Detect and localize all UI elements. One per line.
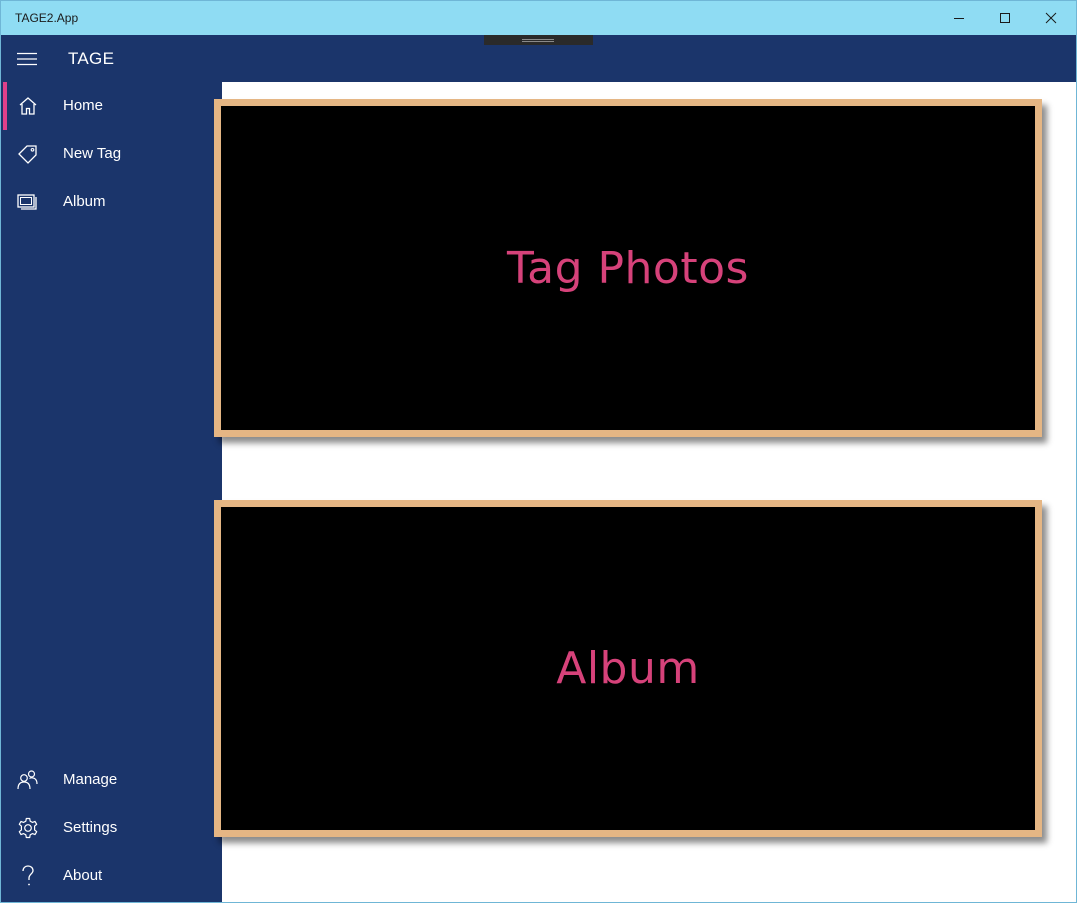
- nav-item-label: Settings: [63, 819, 118, 836]
- nav-item-manage[interactable]: Manage: [1, 756, 222, 804]
- minimize-button[interactable]: [936, 1, 982, 35]
- app-title: TAGE: [68, 49, 115, 68]
- maximize-button[interactable]: [982, 1, 1028, 35]
- selection-indicator: [3, 82, 7, 130]
- close-button[interactable]: [1028, 1, 1074, 35]
- nav-item-about[interactable]: About: [1, 852, 222, 900]
- nav-item-label: New Tag: [63, 145, 122, 162]
- nav-item-label: Album: [63, 193, 106, 210]
- tile-label: Tag Photos: [507, 242, 749, 294]
- album-icon: [15, 190, 41, 214]
- gear-icon: [15, 816, 41, 840]
- navigation-pane: TAGE Home New Tag Album Manage Settings …: [1, 35, 222, 902]
- album-tile[interactable]: Album: [214, 500, 1042, 837]
- hamburger-icon: [17, 52, 37, 65]
- nav-item-settings[interactable]: Settings: [1, 804, 222, 852]
- window-title: TAGE2.App: [15, 11, 79, 25]
- title-bar[interactable]: TAGE2.App: [1, 1, 1076, 35]
- main-content: Tag Photos Album: [214, 82, 1076, 902]
- nav-item-label: About: [63, 867, 103, 884]
- tile-label: Album: [556, 643, 700, 694]
- close-icon: [1045, 12, 1057, 24]
- nav-item-label: Home: [63, 97, 104, 114]
- home-icon: [15, 94, 41, 118]
- grip-line: [522, 39, 554, 40]
- minimize-icon: [954, 18, 964, 19]
- question-icon: [15, 864, 41, 888]
- drag-handle[interactable]: [484, 35, 593, 45]
- nav-item-new-tag[interactable]: New Tag: [1, 130, 222, 178]
- hamburger-menu-button[interactable]: [3, 35, 51, 82]
- nav-item-label: Manage: [63, 771, 118, 788]
- grip-line: [522, 41, 554, 42]
- tag-icon: [15, 142, 41, 166]
- people-icon: [15, 768, 41, 792]
- nav-item-album[interactable]: Album: [1, 178, 222, 226]
- tag-photos-tile[interactable]: Tag Photos: [214, 99, 1042, 437]
- maximize-icon: [1000, 13, 1010, 23]
- nav-item-home[interactable]: Home: [1, 82, 222, 130]
- app-window: TAGE2.App TAGE Home New Tag Album Manage…: [0, 0, 1077, 903]
